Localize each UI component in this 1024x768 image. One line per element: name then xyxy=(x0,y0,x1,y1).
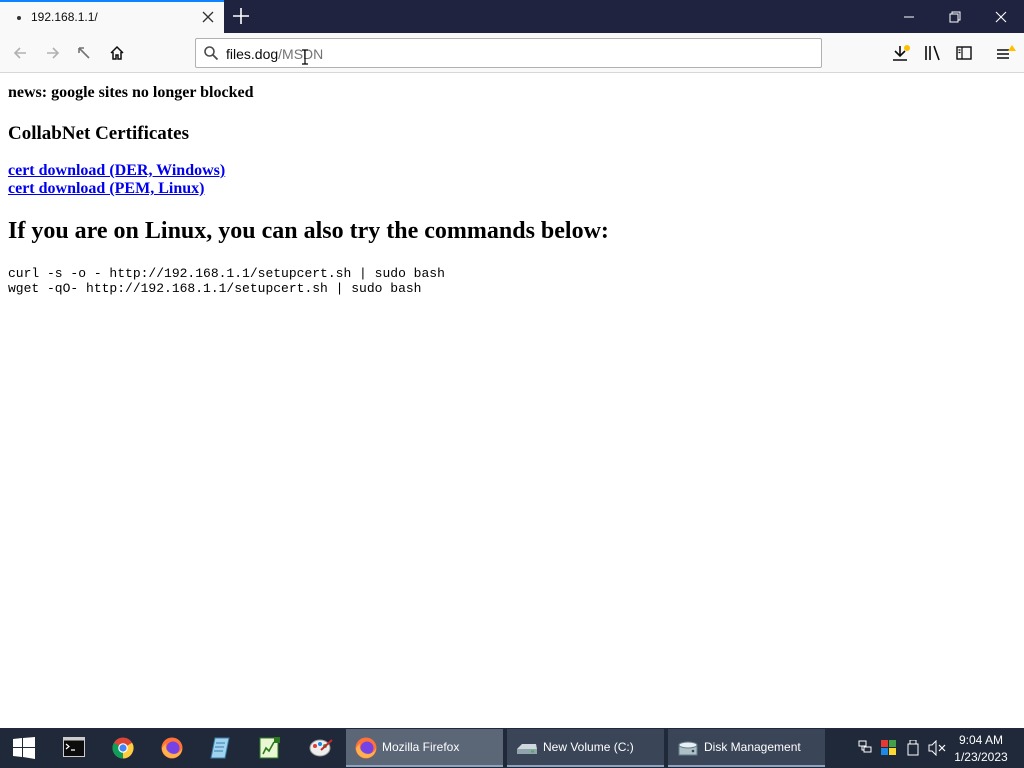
command-curl: curl -s -o - http://192.168.1.1/setupcer… xyxy=(8,266,445,281)
system-clock[interactable]: 9:04 AM 1/23/2023 xyxy=(948,732,1014,766)
clock-time: 9:04 AM xyxy=(958,733,1004,747)
url-text: files.dog/MSDN xyxy=(226,46,323,62)
url-path: /MSDN xyxy=(278,46,324,62)
terminal-icon[interactable] xyxy=(50,728,98,768)
stop-loading-icon[interactable] xyxy=(70,39,98,67)
navigation-toolbar: files.dog/MSDN xyxy=(0,33,1024,73)
task-new-volume[interactable]: New Volume (C:) xyxy=(507,729,664,767)
task-label: New Volume (C:) xyxy=(543,740,634,754)
cert-download-pem-link[interactable]: cert download (PEM, Linux) xyxy=(8,180,204,198)
drive-icon xyxy=(516,737,538,764)
address-bar[interactable]: files.dog/MSDN xyxy=(195,38,822,68)
notepad-icon[interactable] xyxy=(197,728,245,768)
usb-device-icon[interactable] xyxy=(907,739,919,761)
chrome-icon[interactable] xyxy=(99,728,147,768)
spreadsheet-icon[interactable] xyxy=(246,728,294,768)
volume-muted-icon[interactable] xyxy=(928,739,946,761)
url-host: files.dog xyxy=(226,46,279,62)
tab-active[interactable]: 192.168.1.1/ xyxy=(0,0,224,33)
downloads-icon[interactable] xyxy=(886,39,914,67)
close-window-icon[interactable] xyxy=(978,0,1024,33)
cert-download-der-link[interactable]: cert download (DER, Windows) xyxy=(8,162,225,180)
commands-block: curl -s -o - http://192.168.1.1/setupcer… xyxy=(8,266,445,296)
page-content: news: google sites no longer blocked Col… xyxy=(0,74,1024,728)
firefox-icon[interactable] xyxy=(148,728,196,768)
restore-icon[interactable] xyxy=(932,0,978,33)
color-display-icon[interactable] xyxy=(881,740,896,760)
start-windows-icon[interactable] xyxy=(0,728,48,768)
text-cursor-icon xyxy=(302,49,308,65)
tab-loading-icon xyxy=(17,16,21,20)
tab-title: 192.168.1.1/ xyxy=(31,10,98,24)
task-label: Mozilla Firefox xyxy=(382,740,460,754)
taskbar: Mozilla Firefox New Volume (C:) Disk Man… xyxy=(0,728,1024,768)
sidebar-icon[interactable] xyxy=(950,39,978,67)
linux-heading: If you are on Linux, you can also try th… xyxy=(8,218,609,244)
close-tab-icon[interactable] xyxy=(198,7,218,27)
search-icon xyxy=(203,45,219,66)
task-firefox[interactable]: Mozilla Firefox xyxy=(346,729,503,767)
menu-icon[interactable] xyxy=(990,39,1018,67)
cert-heading: CollabNet Certificates xyxy=(8,123,189,144)
back-icon[interactable] xyxy=(6,39,34,67)
forward-icon[interactable] xyxy=(39,39,67,67)
browser-tab-strip: 192.168.1.1/ xyxy=(0,0,1024,33)
news-banner: news: google sites no longer blocked xyxy=(8,84,254,101)
disk-management-icon xyxy=(677,737,699,764)
library-icon[interactable] xyxy=(918,39,946,67)
minimize-icon[interactable] xyxy=(886,0,932,33)
home-icon[interactable] xyxy=(103,39,131,67)
task-disk-management[interactable]: Disk Management xyxy=(668,729,825,767)
firefox-icon xyxy=(355,737,377,764)
network-icon[interactable] xyxy=(858,740,872,759)
clock-date: 1/23/2023 xyxy=(954,750,1008,764)
task-label: Disk Management xyxy=(704,740,801,754)
new-tab-icon[interactable] xyxy=(230,5,252,27)
paint-icon[interactable] xyxy=(296,728,344,768)
command-wget: wget -qO- http://192.168.1.1/setupcert.s… xyxy=(8,281,422,296)
